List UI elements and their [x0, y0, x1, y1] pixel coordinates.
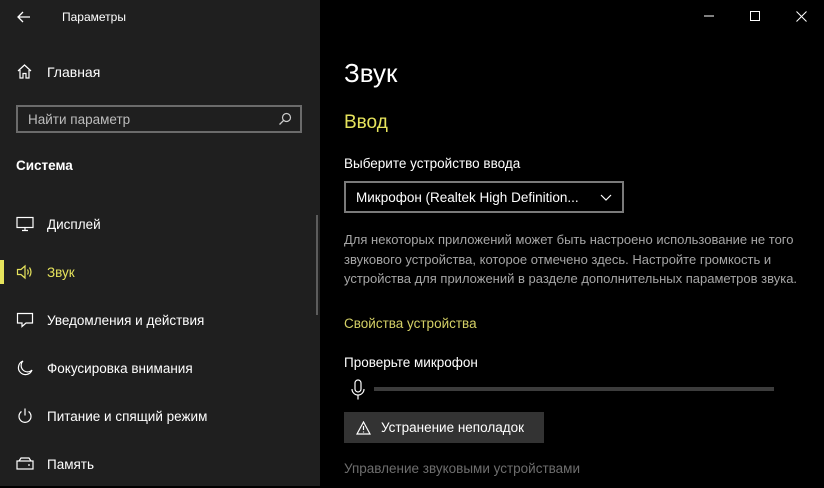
search-box[interactable]	[16, 105, 302, 133]
sidebar-item-label: Уведомления и действия	[47, 312, 205, 328]
minimize-icon	[704, 15, 714, 17]
troubleshoot-label: Устранение неполадок	[381, 420, 525, 435]
minimize-button[interactable]	[686, 0, 732, 32]
device-properties-link[interactable]: Свойства устройства	[344, 316, 477, 331]
warning-icon	[356, 420, 371, 435]
sidebar-scrollbar[interactable]	[316, 215, 318, 315]
chevron-down-icon	[600, 194, 612, 201]
section-label: Система	[16, 158, 73, 173]
home-label: Главная	[47, 63, 101, 80]
maximize-icon	[750, 11, 760, 21]
sidebar-item-label: Память	[47, 456, 95, 472]
input-device-dropdown[interactable]: Микрофон (Realtek High Definition...	[344, 181, 624, 213]
info-text: Для некоторых приложений может быть наст…	[344, 232, 798, 286]
sidebar-item-notifications[interactable]: Уведомления и действия	[0, 296, 320, 344]
home-icon	[17, 64, 32, 79]
page-title: Звук	[344, 58, 398, 88]
sidebar-item-focus-assist[interactable]: Фокусировка внимания	[0, 344, 320, 392]
main-content: Звук Ввод Выберите устройство ввода Микр…	[320, 0, 824, 486]
selected-device-value: Микрофон (Realtek High Definition...	[356, 189, 579, 205]
storage-icon	[16, 455, 34, 473]
sidebar-item-label: Дисплей	[47, 216, 101, 232]
back-arrow-icon	[17, 11, 30, 23]
sidebar-item-label: Фокусировка внимания	[47, 360, 193, 376]
mic-level-meter	[374, 387, 774, 391]
manage-sound-devices-link[interactable]: Управление звуковыми устройствами	[344, 461, 580, 476]
close-button[interactable]	[778, 0, 824, 32]
search-input[interactable]	[28, 111, 278, 127]
sidebar-nav: Дисплей Звук Уведомления и действия Фоку…	[0, 200, 320, 488]
mic-test-label: Проверьте микрофон	[344, 355, 478, 370]
power-icon	[16, 407, 34, 425]
search-icon[interactable]	[278, 112, 292, 126]
sidebar-item-label: Звук	[47, 264, 75, 280]
window-controls	[686, 0, 824, 32]
sidebar-item-power[interactable]: Питание и спящий режим	[0, 392, 320, 440]
back-button[interactable]	[12, 6, 36, 28]
sidebar-item-display[interactable]: Дисплей	[0, 200, 320, 248]
speaker-icon	[16, 263, 34, 281]
moon-icon	[16, 359, 34, 377]
microphone-icon	[351, 379, 365, 400]
sidebar-item-storage[interactable]: Память	[0, 440, 320, 488]
input-device-label: Выберите устройство ввода	[344, 156, 521, 171]
maximize-button[interactable]	[732, 0, 778, 32]
sidebar-item-sound[interactable]: Звук	[0, 248, 320, 296]
home-nav-item[interactable]: Главная	[16, 63, 100, 80]
display-icon	[16, 215, 34, 233]
sidebar: Параметры Главная Система Дисплей Звук	[0, 0, 320, 486]
sidebar-item-label: Питание и спящий режим	[47, 408, 208, 424]
app-title: Параметры	[62, 10, 126, 24]
troubleshoot-button[interactable]: Устранение неполадок	[344, 412, 544, 443]
close-icon	[795, 10, 807, 22]
section-title: Ввод	[344, 112, 388, 133]
notification-icon	[16, 311, 34, 329]
